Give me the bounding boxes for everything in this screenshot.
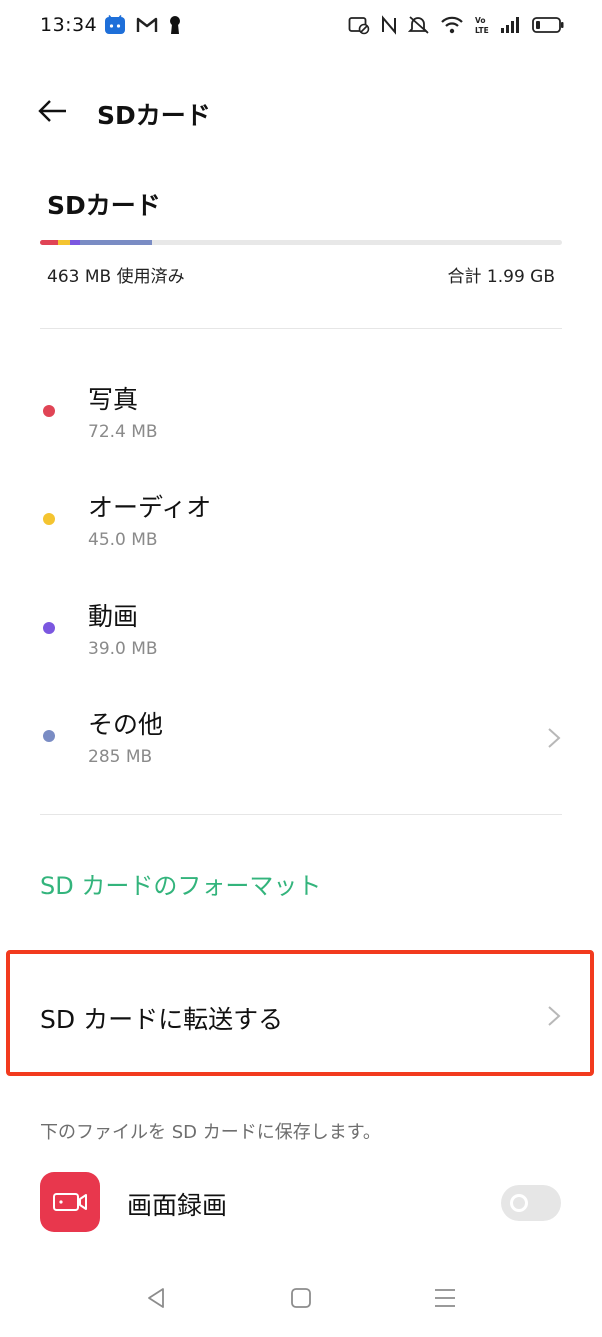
home-square-icon [290, 1287, 312, 1313]
screen-record-toggle[interactable] [501, 1185, 561, 1221]
back-triangle-icon [145, 1287, 167, 1313]
status-time: 13:34 [40, 14, 98, 36]
nfc-icon [380, 15, 398, 39]
category-name: その他 [88, 710, 164, 739]
status-left-icons [104, 15, 182, 39]
nav-back-button[interactable] [136, 1280, 176, 1320]
screen-record-label: 画面録画 [127, 1191, 228, 1220]
status-bar: 13:34 Vo LTE [0, 0, 602, 56]
storage-segment-0 [40, 240, 59, 245]
storage-segment-2 [69, 240, 80, 245]
nav-recents-button[interactable] [425, 1280, 465, 1320]
save-section-caption: 下のファイルを SD カードに保存します。 [40, 1122, 381, 1143]
chevron-right-icon [542, 727, 564, 749]
format-sd-card-link[interactable]: SD カードのフォーマット [40, 866, 321, 901]
category-item-other[interactable]: その他 285 MB [0, 687, 602, 787]
nav-home-button[interactable] [281, 1280, 321, 1320]
storage-title: SDカード [47, 191, 161, 220]
navigation-bar [0, 1260, 602, 1337]
storage-usage-bar [40, 240, 562, 245]
gmail-icon [136, 16, 158, 38]
wifi-icon [440, 15, 464, 39]
category-size: 285 MB [88, 747, 153, 767]
back-button[interactable] [30, 90, 76, 136]
category-name: 写真 [88, 385, 139, 414]
category-dot-audio [43, 513, 55, 525]
toggle-knob [510, 1194, 528, 1212]
divider [40, 814, 562, 815]
page-title: SDカード [97, 101, 211, 130]
storage-segment-1 [58, 240, 70, 245]
nfc-card-icon [348, 15, 370, 39]
screen-record-icon [40, 1172, 100, 1232]
android-icon [104, 15, 126, 39]
category-size: 45.0 MB [88, 530, 158, 550]
used-storage-label: 463 MB 使用済み [47, 267, 185, 287]
category-dot-other [43, 730, 55, 742]
category-name: オーディオ [88, 493, 212, 522]
svg-text:Vo: Vo [475, 16, 486, 25]
divider [40, 328, 562, 329]
category-dot-video [43, 622, 55, 634]
signal-icon [500, 15, 522, 39]
volte-icon: Vo LTE [474, 15, 490, 39]
storage-segment-3 [79, 240, 153, 245]
highlight-box [6, 950, 594, 1076]
total-storage-label: 合計 1.99 GB [447, 267, 556, 287]
mute-icon [407, 15, 430, 39]
category-item-video[interactable]: 動画 39.0 MB [0, 579, 602, 679]
category-size: 39.0 MB [88, 639, 158, 659]
category-name: 動画 [88, 602, 139, 631]
category-dot-photos [43, 405, 55, 417]
arrow-left-icon [38, 99, 68, 127]
svg-text:LTE: LTE [475, 26, 489, 35]
recents-menu-icon [434, 1287, 456, 1313]
category-item-audio[interactable]: オーディオ 45.0 MB [0, 470, 602, 570]
category-size: 72.4 MB [88, 422, 158, 442]
status-right-icons: Vo LTE [348, 15, 564, 39]
category-item-photos[interactable]: 写真 72.4 MB [0, 362, 602, 462]
keyhole-icon [168, 15, 182, 39]
battery-icon [532, 15, 564, 39]
